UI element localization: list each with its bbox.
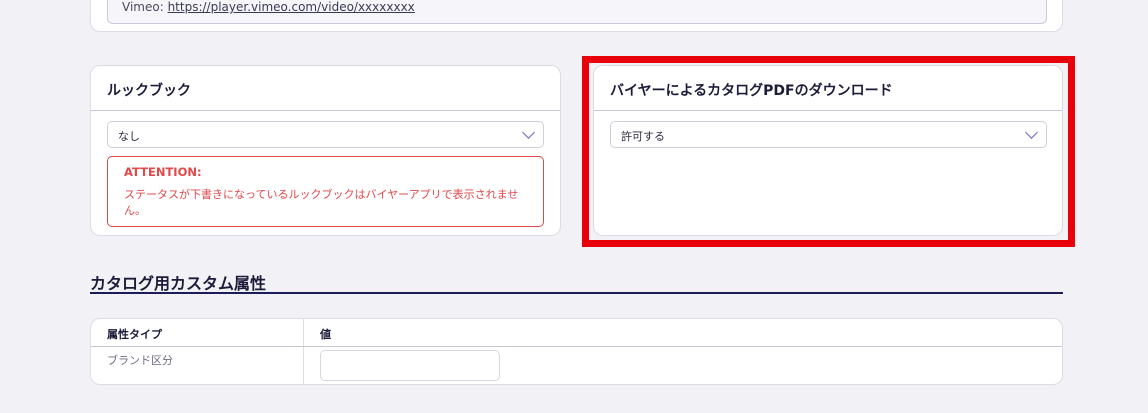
pdf-download-card: バイヤーによるカタログPDFのダウンロード 許可する: [593, 65, 1063, 236]
column-header-value: 値: [320, 328, 331, 341]
custom-attributes-table: 属性タイプ 値 ブランド区分: [90, 318, 1063, 385]
attention-title: ATTENTION:: [124, 165, 202, 179]
vimeo-url-field[interactable]: Vimeo: https://player.vimeo.com/video/xx…: [107, 0, 1047, 24]
pdf-download-title: バイヤーによるカタログPDFのダウンロード: [594, 66, 1062, 111]
column-header-type: 属性タイプ: [107, 328, 162, 341]
pdf-download-select[interactable]: 許可する: [610, 121, 1047, 148]
section-divider: [90, 292, 1063, 294]
chevron-down-icon: [522, 126, 535, 139]
vimeo-label: Vimeo:: [122, 0, 168, 14]
attention-text: ステータスが下書きになっているルックブックはバイヤーアプリで表示されません。: [124, 188, 519, 217]
row-type-label: ブランド区分: [107, 354, 173, 367]
chevron-down-icon: [1025, 126, 1038, 139]
pdf-download-selected-value: 許可する: [621, 130, 665, 143]
header-divider: [91, 346, 1062, 347]
lookbook-card: ルックブック なし ATTENTION: ステータスが下書きになっているルックブ…: [90, 65, 561, 236]
section-title: カタログ用カスタム属性: [90, 274, 267, 293]
attention-box: ATTENTION: ステータスが下書きになっているルックブックはバイヤーアプリ…: [107, 156, 544, 227]
brand-value-input[interactable]: [320, 350, 500, 381]
lookbook-selected-value: なし: [118, 130, 140, 143]
video-settings-card: Vimeo: https://player.vimeo.com/video/xx…: [90, 0, 1063, 32]
lookbook-select[interactable]: なし: [107, 121, 544, 148]
lookbook-title: ルックブック: [91, 66, 560, 111]
vimeo-url-link[interactable]: https://player.vimeo.com/video/xxxxxxxx: [168, 0, 415, 14]
